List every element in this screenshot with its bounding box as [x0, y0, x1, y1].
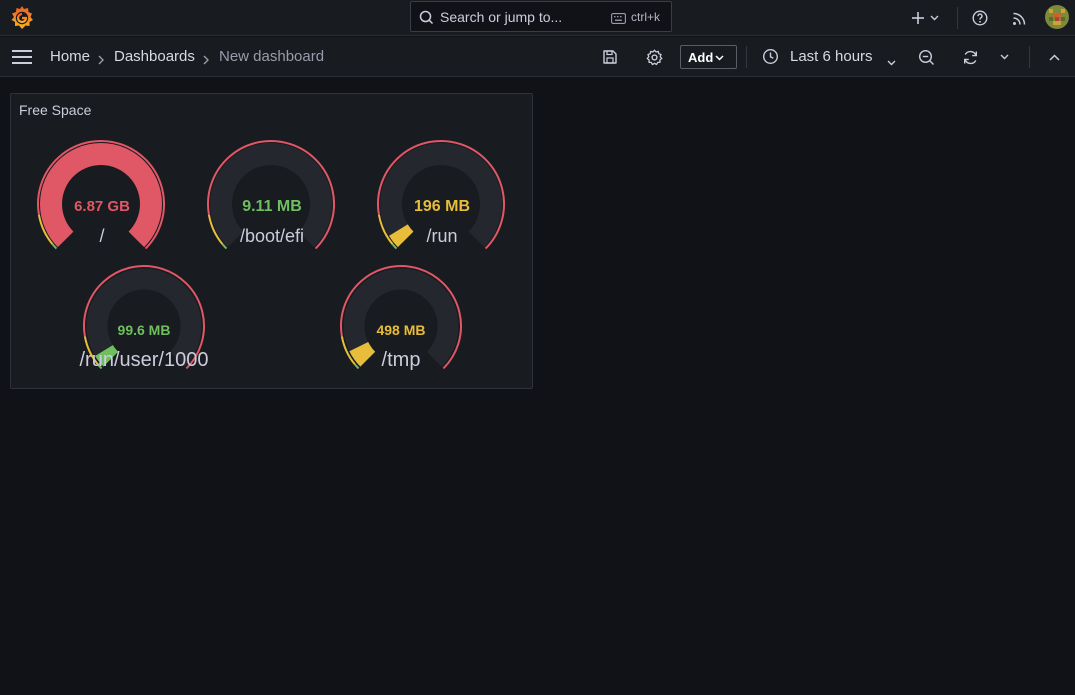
- top-bar: Search or jump to... ctrl+k: [0, 0, 1075, 36]
- breadcrumb-home[interactable]: Home: [50, 48, 90, 65]
- refresh-icon[interactable]: [959, 46, 981, 68]
- grafana-logo-icon[interactable]: [9, 5, 35, 31]
- gauge-value: 196 MB: [413, 198, 471, 215]
- gauge-arc: [37, 140, 165, 250]
- add-button-label: Add: [688, 50, 714, 65]
- chevron-down-icon: [715, 55, 724, 61]
- gauge-value: 6.87 GB: [74, 198, 130, 215]
- search-placeholder: Search or jump to...: [440, 9, 563, 25]
- divider: [1029, 46, 1030, 68]
- gauge-label: /run/user/1000: [79, 349, 209, 371]
- search-box[interactable]: Search or jump to... ctrl+k: [410, 1, 672, 32]
- gauge-value: 99.6 MB: [117, 322, 171, 338]
- chevron-up-icon[interactable]: [1043, 46, 1065, 68]
- help-icon[interactable]: [969, 7, 991, 29]
- breadcrumb-current: New dashboard: [219, 48, 325, 65]
- chevron-down-icon[interactable]: [926, 7, 942, 29]
- breadcrumb-dashboards[interactable]: Dashboards: [114, 48, 195, 65]
- chevron-right-icon: [203, 52, 209, 68]
- search-icon: [419, 10, 434, 28]
- divider: [957, 7, 958, 29]
- gauge-value: 498 MB: [376, 322, 426, 338]
- menu-icon[interactable]: [11, 49, 33, 65]
- panel-title: Free Space: [19, 102, 92, 118]
- gauge-label: /: [99, 226, 105, 246]
- gear-icon[interactable]: [643, 46, 665, 68]
- avatar[interactable]: [1045, 5, 1069, 29]
- time-range-label: Last 6 hours: [790, 48, 873, 65]
- chevron-down-icon: [887, 53, 896, 69]
- divider: [746, 46, 747, 68]
- rss-icon[interactable]: [1008, 7, 1030, 29]
- gauge-label: /run: [426, 226, 458, 246]
- gauge-value: 9.11 MB: [242, 198, 302, 215]
- add-button[interactable]: Add: [680, 45, 737, 69]
- dashboard-nav-bar: Home Dashboards New dashboard Add Last 6…: [0, 37, 1075, 77]
- search-shortcut: ctrl+k: [631, 10, 661, 24]
- gauge-label: /boot/efi: [239, 226, 305, 246]
- chevron-down-icon[interactable]: [993, 46, 1015, 68]
- gauge-panel[interactable]: Free Space 6.87 GB / 9.11 MB /boot/efi 1…: [10, 93, 533, 389]
- zoom-out-icon[interactable]: [915, 46, 937, 68]
- keyboard-icon: [611, 11, 626, 27]
- gauge-label: /tmp: [381, 349, 421, 371]
- chevron-right-icon: [98, 52, 104, 68]
- save-icon[interactable]: [599, 46, 621, 68]
- clock-icon: [762, 48, 779, 68]
